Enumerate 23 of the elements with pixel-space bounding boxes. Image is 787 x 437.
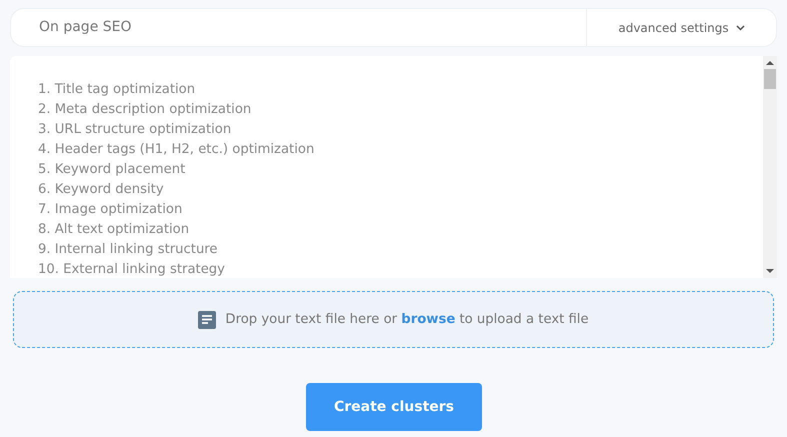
keyword-line: 9. Internal linking structure <box>38 241 219 259</box>
keyword-line: 5. Keyword placement <box>38 161 186 179</box>
create-clusters-button[interactable]: Create clusters <box>306 383 482 431</box>
file-dropzone[interactable]: Drop your text file here or browse to upload a text file <box>13 291 774 348</box>
scrollbar-thumb[interactable] <box>764 69 776 89</box>
keyword-line: 4. Header tags (H1, H2, etc.) optimization <box>38 141 316 159</box>
keyword-line: 3. URL structure optimization <box>38 121 232 139</box>
browse-link[interactable]: browse <box>401 312 456 327</box>
scroll-up-icon <box>766 60 774 66</box>
keyword-line: 2. Meta description optimization <box>38 101 252 119</box>
dropzone-instructions: Drop your text file here or browse to upload a text file <box>225 310 589 329</box>
topic-input-field[interactable]: On page SEO <box>10 8 586 47</box>
document-icon <box>198 310 216 328</box>
advanced-settings-dropdown[interactable]: advanced settings <box>586 8 777 47</box>
keyword-line: 1. Title tag optimization <box>38 81 196 99</box>
keyword-line: 10. External linking strategy <box>38 261 226 278</box>
keyword-line: 7. Image optimization <box>38 201 184 219</box>
keyword-line: 6. Keyword density <box>38 181 165 199</box>
chevron-down-icon <box>736 24 745 30</box>
keyword-line: 8. Alt text optimization <box>38 221 190 239</box>
keywords-textarea[interactable] <box>10 56 777 278</box>
scrollbar[interactable] <box>763 56 777 278</box>
scroll-down-icon <box>766 268 774 274</box>
